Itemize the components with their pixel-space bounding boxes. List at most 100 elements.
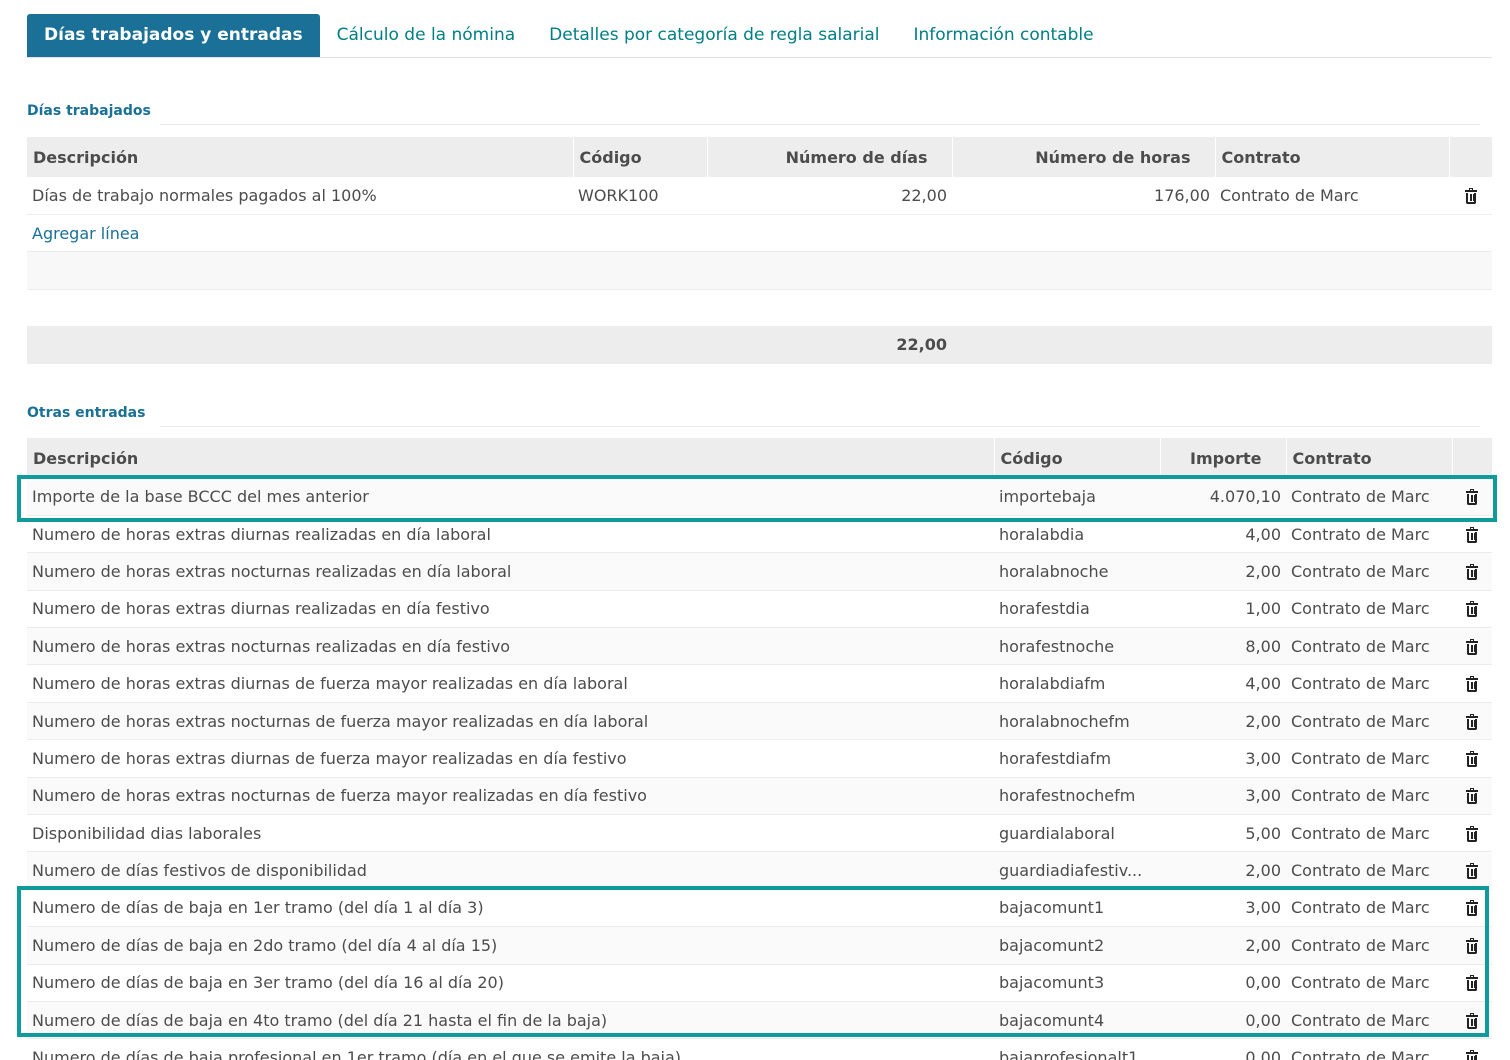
row-contract[interactable]: Contrato de Marc xyxy=(1215,177,1449,215)
row-amount[interactable]: 0,00 xyxy=(1160,964,1286,1002)
col-days[interactable]: Número de días xyxy=(707,137,953,177)
table-row[interactable]: Importe de la base BCCC del mes anterior… xyxy=(27,478,1492,516)
delete-row-button[interactable] xyxy=(1452,552,1492,591)
tab-worked-days-inputs[interactable]: Días trabajados y entradas xyxy=(27,14,320,57)
row-code[interactable]: importebaja xyxy=(994,478,1160,516)
row-amount[interactable]: 5,00 xyxy=(1160,814,1286,853)
trash-icon[interactable] xyxy=(1466,863,1478,880)
row-code[interactable]: WORK100 xyxy=(573,177,707,215)
row-hours[interactable]: 176,00 xyxy=(952,177,1215,215)
row-amount[interactable]: 8,00 xyxy=(1160,627,1286,666)
delete-row-button[interactable] xyxy=(1452,515,1492,554)
row-contract[interactable]: Contrato de Marc xyxy=(1286,739,1452,778)
row-contract[interactable]: Contrato de Marc xyxy=(1286,552,1452,591)
delete-row-button[interactable] xyxy=(1452,814,1492,853)
table-row[interactable]: Numero de días de baja profesional en 1e… xyxy=(27,1038,1492,1060)
trash-icon[interactable] xyxy=(1466,676,1478,693)
trash-icon[interactable] xyxy=(1466,563,1478,580)
row-code[interactable]: horafestnochefm xyxy=(994,777,1160,816)
row-contract[interactable]: Contrato de Marc xyxy=(1286,664,1452,703)
table-row[interactable]: Numero de días de baja en 1er tramo (del… xyxy=(27,889,1492,928)
table-row[interactable]: Numero de horas extras diurnas realizada… xyxy=(27,515,1492,554)
trash-icon[interactable] xyxy=(1466,900,1478,917)
row-code[interactable]: horalabnoche xyxy=(994,552,1160,591)
table-row[interactable]: Numero de horas extras nocturnas de fuer… xyxy=(27,777,1492,816)
delete-row-button[interactable] xyxy=(1452,478,1492,516)
row-description[interactable]: Numero de horas extras diurnas de fuerza… xyxy=(27,664,994,703)
row-amount[interactable]: 2,00 xyxy=(1160,552,1286,591)
row-description[interactable]: Numero de días de baja en 4to tramo (del… xyxy=(27,1001,994,1040)
row-description[interactable]: Días de trabajo normales pagados al 100% xyxy=(27,177,573,215)
trash-icon[interactable] xyxy=(1466,1012,1478,1029)
delete-row-button[interactable] xyxy=(1452,1001,1492,1040)
row-description[interactable]: Numero de días de baja en 1er tramo (del… xyxy=(27,889,994,928)
delete-row-button[interactable] xyxy=(1452,964,1492,1002)
row-description[interactable]: Disponibilidad dias laborales xyxy=(27,814,994,853)
row-description[interactable]: Numero de horas extras nocturnas realiza… xyxy=(27,627,994,666)
row-amount[interactable]: 1,00 xyxy=(1160,590,1286,629)
row-code[interactable]: guardiadiafestiv... xyxy=(994,851,1160,890)
row-code[interactable]: horafestdiafm xyxy=(994,739,1160,778)
row-code[interactable]: horafestdia xyxy=(994,590,1160,629)
row-description[interactable]: Numero de días festivos de disponibilida… xyxy=(27,851,994,890)
row-code[interactable]: horafestnoche xyxy=(994,627,1160,666)
add-line-link[interactable]: Agregar línea xyxy=(32,224,139,243)
trash-icon[interactable] xyxy=(1466,601,1478,618)
trash-icon[interactable] xyxy=(1466,713,1478,730)
table-row[interactable]: Numero de horas extras nocturnas de fuer… xyxy=(27,702,1492,741)
row-amount[interactable]: 2,00 xyxy=(1160,702,1286,741)
table-row[interactable]: Numero de horas extras nocturnas realiza… xyxy=(27,552,1492,591)
row-description[interactable]: Numero de horas extras diurnas realizada… xyxy=(27,590,994,629)
row-contract[interactable]: Contrato de Marc xyxy=(1286,777,1452,816)
table-row[interactable]: Numero de horas extras diurnas de fuerza… xyxy=(27,739,1492,778)
row-amount[interactable]: 4,00 xyxy=(1160,664,1286,703)
col-amount[interactable]: Importe xyxy=(1160,438,1287,478)
delete-row-button[interactable] xyxy=(1452,889,1492,928)
row-contract[interactable]: Contrato de Marc xyxy=(1286,889,1452,928)
row-days[interactable]: 22,00 xyxy=(707,177,952,215)
col-description[interactable]: Descripción xyxy=(27,438,995,478)
row-amount[interactable]: 2,00 xyxy=(1160,851,1286,890)
table-row[interactable]: Numero de horas extras nocturnas realiza… xyxy=(27,627,1492,666)
row-contract[interactable]: Contrato de Marc xyxy=(1286,814,1452,853)
trash-icon[interactable] xyxy=(1466,488,1478,505)
tab-payslip-computation[interactable]: Cálculo de la nómina xyxy=(320,14,533,57)
table-row[interactable]: Numero de días festivos de disponibilida… xyxy=(27,851,1492,890)
row-amount[interactable]: 3,00 xyxy=(1160,889,1286,928)
row-amount[interactable]: 3,00 xyxy=(1160,777,1286,816)
col-hours[interactable]: Número de horas xyxy=(952,137,1216,177)
row-amount[interactable]: 4.070,10 xyxy=(1160,478,1286,516)
row-code[interactable]: bajacomunt3 xyxy=(994,964,1160,1002)
delete-row-button[interactable] xyxy=(1452,777,1492,816)
delete-row-button[interactable] xyxy=(1452,590,1492,629)
row-contract[interactable]: Contrato de Marc xyxy=(1286,1038,1452,1060)
table-row[interactable]: Numero de horas extras diurnas realizada… xyxy=(27,590,1492,629)
trash-icon[interactable] xyxy=(1466,825,1478,842)
row-description[interactable]: Numero de horas extras diurnas realizada… xyxy=(27,515,994,554)
row-code[interactable]: bajacomunt4 xyxy=(994,1001,1160,1040)
row-code[interactable]: bajacomunt1 xyxy=(994,889,1160,928)
row-contract[interactable]: Contrato de Marc xyxy=(1286,1001,1452,1040)
row-contract[interactable]: Contrato de Marc xyxy=(1286,926,1452,965)
table-row[interactable]: Disponibilidad dias laborales guardialabo… xyxy=(27,814,1492,853)
row-contract[interactable]: Contrato de Marc xyxy=(1286,515,1452,554)
delete-row-button[interactable] xyxy=(1452,627,1492,666)
table-row[interactable]: Días de trabajo normales pagados al 100%… xyxy=(27,177,1492,215)
table-row[interactable]: Numero de días de baja en 3er tramo (del… xyxy=(27,964,1492,1002)
row-amount[interactable]: 0,00 xyxy=(1160,1001,1286,1040)
trash-icon[interactable] xyxy=(1466,788,1478,805)
row-amount[interactable]: 0,00 xyxy=(1160,1038,1286,1060)
row-amount[interactable]: 3,00 xyxy=(1160,739,1286,778)
row-code[interactable]: bajacomunt2 xyxy=(994,926,1160,965)
trash-icon[interactable] xyxy=(1466,937,1478,954)
delete-row-button[interactable] xyxy=(1452,664,1492,703)
delete-row-button[interactable] xyxy=(1452,926,1492,965)
row-contract[interactable]: Contrato de Marc xyxy=(1286,627,1452,666)
table-row[interactable]: Numero de horas extras diurnas de fuerza… xyxy=(27,664,1492,703)
col-description[interactable]: Descripción xyxy=(27,137,574,177)
table-row[interactable]: Numero de días de baja en 4to tramo (del… xyxy=(27,1001,1492,1040)
row-description[interactable]: Importe de la base BCCC del mes anterior xyxy=(27,478,994,516)
col-contract[interactable]: Contrato xyxy=(1215,137,1450,177)
delete-row-button[interactable] xyxy=(1452,851,1492,890)
trash-icon[interactable] xyxy=(1466,638,1478,655)
